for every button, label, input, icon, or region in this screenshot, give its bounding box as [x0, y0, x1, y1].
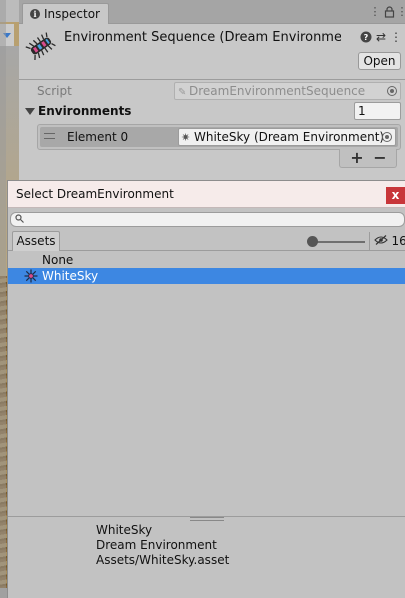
search-input[interactable] — [26, 213, 396, 226]
more-icon[interactable]: ⋮ — [390, 31, 402, 44]
icon-size-slider-knob[interactable] — [307, 236, 318, 247]
environments-list: Element 0 ✷ WhiteSky (Dream Environment) — [37, 124, 401, 150]
asset-list: None WhiteSky — [8, 252, 405, 516]
lock-icon[interactable] — [383, 6, 395, 18]
list-item[interactable]: None — [8, 252, 405, 268]
list-item-label: None — [42, 253, 74, 267]
script-icon: ✎ — [178, 87, 187, 98]
add-element-button[interactable]: + — [348, 149, 366, 167]
presets-icon[interactable]: ⇄ — [375, 31, 387, 44]
element-object-field[interactable]: ✷ WhiteSky (Dream Environment) — [178, 128, 396, 146]
list-add-remove: + − — [339, 149, 397, 168]
menu-icon[interactable]: ⋮ — [396, 6, 405, 18]
remove-element-button[interactable]: − — [371, 149, 389, 167]
asset-type: Dream Environment — [96, 538, 217, 552]
object-picker-icon[interactable] — [387, 86, 397, 96]
object-selector-window: Select DreamEnvironment x Assets 16 None — [7, 180, 405, 598]
inspector-tab-bar: i Inspector ⋮ ⋮ — [19, 0, 405, 24]
object-title: Environment Sequence (Dream Environment … — [64, 30, 341, 45]
object-picker-icon[interactable] — [382, 132, 392, 142]
more-icon[interactable]: ⋮ — [369, 6, 381, 18]
element-label: Element 0 — [67, 130, 129, 144]
selector-title: Select DreamEnvironment — [16, 187, 174, 201]
foldout-arrow-icon[interactable] — [25, 108, 35, 115]
list-item[interactable]: WhiteSky — [8, 268, 405, 284]
selector-toolbar: Assets 16 — [8, 231, 405, 251]
element-value: WhiteSky (Dream Environment) — [194, 130, 385, 144]
inspector-panel: i Inspector ⋮ ⋮ Environment Sequence (Dr… — [19, 0, 405, 180]
scriptable-object-icon — [24, 29, 58, 63]
close-button[interactable]: x — [386, 187, 405, 204]
tab-inspector[interactable]: i Inspector — [22, 3, 109, 24]
environments-size-field[interactable]: 1 — [354, 102, 401, 120]
open-button[interactable]: Open — [358, 52, 401, 70]
search-icon — [15, 214, 24, 226]
script-label: Script — [37, 84, 72, 98]
script-field[interactable]: ✎ DreamEnvironmentSequence — [174, 82, 401, 100]
icon-size-slider-track[interactable] — [313, 241, 365, 243]
selector-title-bar[interactable]: Select DreamEnvironment x — [8, 181, 405, 208]
help-icon[interactable]: ? — [360, 31, 372, 44]
list-element-row[interactable]: Element 0 ✷ WhiteSky (Dream Environment) — [40, 127, 398, 147]
tab-assets[interactable]: Assets — [12, 231, 60, 251]
eye-slash-icon — [374, 235, 392, 248]
asset-path: Assets/WhiteSky.asset — [96, 553, 230, 567]
inspector-header: Environment Sequence (Dream Environment … — [19, 24, 405, 80]
script-value: DreamEnvironmentSequence — [189, 84, 366, 98]
asset-name: WhiteSky — [96, 523, 153, 537]
list-item-label: WhiteSky — [42, 269, 99, 283]
environments-label[interactable]: Environments — [38, 104, 131, 118]
svg-text:?: ? — [364, 33, 369, 42]
panel-divider[interactable] — [0, 0, 6, 598]
asset-info: WhiteSky Dream Environment Assets/WhiteS… — [8, 521, 405, 598]
hidden-packages-toggle[interactable]: 16 — [369, 232, 405, 250]
sun-icon — [24, 269, 38, 283]
drag-handle-icon[interactable] — [44, 133, 55, 139]
tab-inspector-label: Inspector — [44, 7, 100, 21]
scene-scrollbar[interactable] — [0, 588, 7, 598]
sun-icon: ✷ — [181, 131, 191, 144]
info-icon: i — [30, 9, 40, 19]
hidden-count-value: 16 — [391, 234, 405, 248]
search-field[interactable] — [10, 212, 405, 227]
